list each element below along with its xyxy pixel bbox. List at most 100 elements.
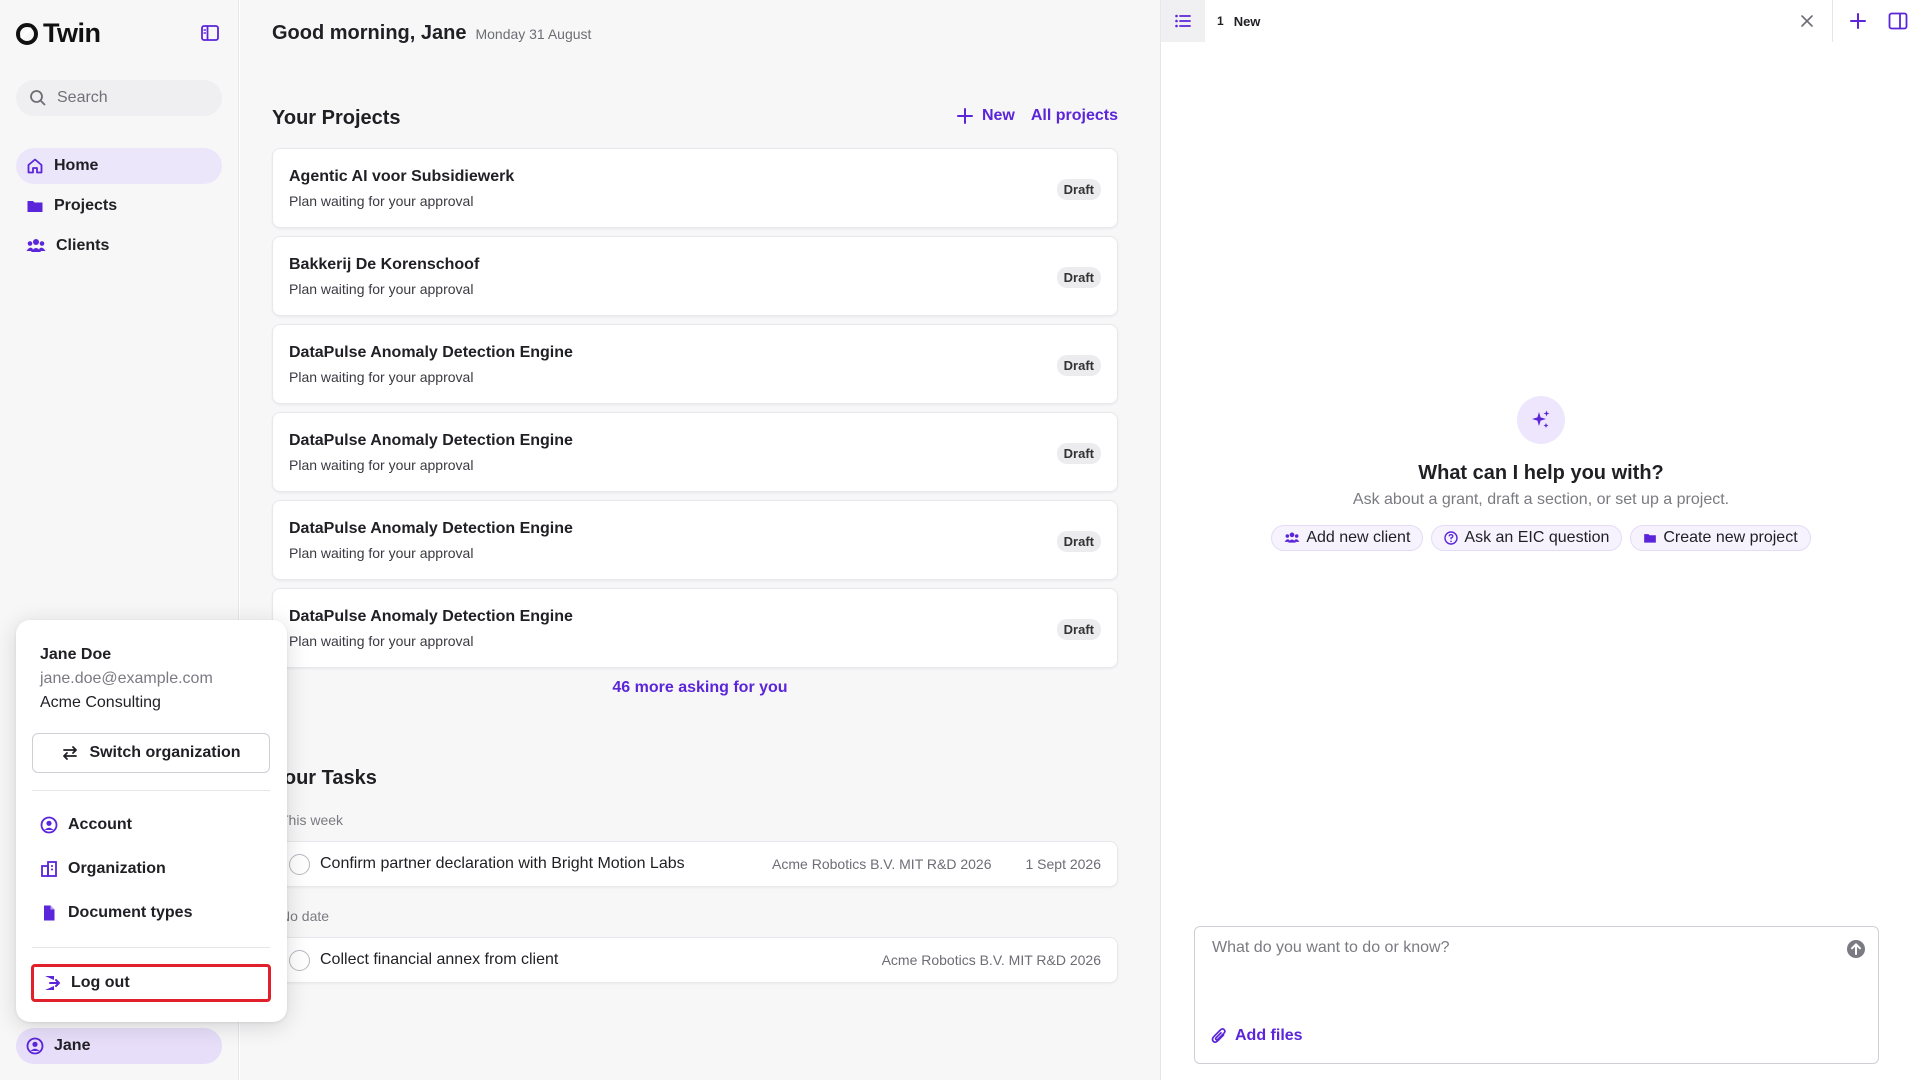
paperclip-icon <box>1211 1027 1227 1045</box>
account-name: Jane Doe <box>40 646 112 663</box>
project-card[interactable]: DataPulse Anomaly Detection Engine Plan … <box>272 324 1118 404</box>
new-tab-button[interactable] <box>1843 6 1873 36</box>
status-badge: Draft <box>1056 531 1101 552</box>
status-badge: Draft <box>1056 619 1101 640</box>
arrow-up-circle-icon <box>1846 939 1866 959</box>
chip-add-new-client[interactable]: Add new client <box>1271 525 1424 551</box>
collapse-sidebar-button[interactable] <box>200 23 220 43</box>
project-status-text: Plan waiting for your approval <box>289 193 474 209</box>
nav-item-home[interactable]: Home <box>16 148 222 184</box>
project-card[interactable]: DataPulse Anomaly Detection Engine Plan … <box>272 588 1118 668</box>
switch-organization-button[interactable]: Switch organization <box>32 733 270 773</box>
folder-icon <box>1643 531 1657 545</box>
menu-item-account[interactable]: Account <box>32 803 271 847</box>
chip-label: Ask an EIC question <box>1464 529 1610 546</box>
nav-item-clients[interactable]: Clients <box>16 228 222 264</box>
project-card[interactable]: DataPulse Anomaly Detection Engine Plan … <box>272 412 1118 492</box>
status-badge: Draft <box>1056 179 1101 200</box>
main-content: Good morning, Jane Monday 31 August Your… <box>240 0 1160 1080</box>
greeting-date: Monday 31 August <box>475 26 592 42</box>
task-checkbox[interactable] <box>289 950 310 971</box>
plus-icon <box>1849 12 1867 30</box>
project-status-text: Plan waiting for your approval <box>289 545 474 561</box>
conversation-list-button[interactable] <box>1161 0 1205 42</box>
chip-create-new-project[interactable]: Create new project <box>1630 525 1811 551</box>
close-tab-button[interactable] <box>1792 6 1822 36</box>
all-projects-link[interactable]: All projects <box>1031 107 1118 125</box>
divider <box>1832 0 1833 42</box>
project-card[interactable]: Bakkerij De Korenschoof Plan waiting for… <box>272 236 1118 316</box>
divider <box>32 790 270 791</box>
project-title: Bakkerij De Korenschoof <box>289 256 480 273</box>
menu-item-label: Document types <box>68 904 193 921</box>
send-button[interactable] <box>1846 939 1866 959</box>
chip-label: Add new client <box>1306 529 1411 546</box>
new-project-button[interactable]: New <box>956 107 1015 125</box>
plus-icon <box>956 107 974 125</box>
tab-bar: 1 New <box>1161 0 1920 42</box>
twin-logo-icon <box>15 22 39 46</box>
nav-label: Projects <box>54 197 118 214</box>
close-icon <box>1800 14 1814 28</box>
user-pill-label: Jane <box>54 1037 91 1054</box>
projects-actions: New All projects <box>956 107 1118 125</box>
main-nav: Home Projects Clients <box>16 148 222 268</box>
task-project: Acme Robotics B.V. MIT R&D 2026 <box>881 952 1101 968</box>
project-status-text: Plan waiting for your approval <box>289 457 474 473</box>
search-box[interactable]: Search <box>16 80 222 116</box>
log-out-button[interactable]: Log out <box>31 964 271 1002</box>
building-icon <box>40 860 58 878</box>
menu-item-label: Organization <box>68 860 166 877</box>
more-projects-link[interactable]: 46 more asking for you <box>612 679 787 697</box>
user-circle-icon <box>26 1037 44 1055</box>
add-files-button[interactable]: Add files <box>1211 1027 1303 1045</box>
swap-arrows-icon <box>61 745 79 761</box>
logout-icon <box>43 974 61 992</box>
account-menu: Jane Doe jane.doe@example.com Acme Consu… <box>16 620 287 1022</box>
new-project-label: New <box>981 107 1015 124</box>
tasks-section-title: Your Tasks <box>272 767 377 789</box>
project-title: Agentic AI voor Subsidiewerk <box>289 168 515 185</box>
project-card[interactable]: DataPulse Anomaly Detection Engine Plan … <box>272 500 1118 580</box>
user-circle-icon <box>40 816 58 834</box>
task-group-label: No date <box>280 908 330 924</box>
account-organization: Acme Consulting <box>40 694 161 711</box>
prompt-input[interactable] <box>1212 939 1832 957</box>
status-badge: Draft <box>1056 267 1101 288</box>
menu-item-organization[interactable]: Organization <box>32 847 271 891</box>
task-checkbox[interactable] <box>289 854 310 875</box>
log-out-label: Log out <box>71 974 130 991</box>
folder-icon <box>26 197 44 215</box>
panel-layout-icon <box>1888 12 1908 30</box>
menu-item-label: Account <box>68 816 132 833</box>
empty-state-subtitle: Ask about a grant, draft a section, or s… <box>1352 491 1730 508</box>
menu-item-document-types[interactable]: Document types <box>32 891 271 935</box>
tab-new[interactable]: 1 New <box>1217 14 1260 29</box>
project-title: DataPulse Anomaly Detection Engine <box>289 432 573 449</box>
task-row[interactable]: Confirm partner declaration with Bright … <box>272 841 1118 887</box>
project-list: Agentic AI voor Subsidiewerk Plan waitin… <box>272 148 1118 676</box>
sparkle-icon <box>1530 409 1552 431</box>
account-email: jane.doe@example.com <box>40 670 213 687</box>
app-logo[interactable]: Twin <box>15 18 101 49</box>
composer: Add files <box>1194 926 1879 1064</box>
task-row[interactable]: Collect financial annex from client Acme… <box>272 937 1118 983</box>
project-status-text: Plan waiting for your approval <box>289 633 474 649</box>
suggestion-chips: Add new client Ask an EIC question Creat… <box>1161 525 1920 551</box>
add-files-label: Add files <box>1235 1027 1303 1044</box>
tab-bar-actions <box>1792 0 1913 42</box>
status-badge: Draft <box>1056 443 1101 464</box>
project-status-text: Plan waiting for your approval <box>289 281 474 297</box>
toggle-panel-button[interactable] <box>1883 6 1913 36</box>
nav-item-projects[interactable]: Projects <box>16 188 222 224</box>
user-menu-button[interactable]: Jane <box>16 1028 222 1064</box>
empty-state: What can I help you with? Ask about a gr… <box>1161 396 1920 551</box>
task-text: Collect financial annex from client <box>320 951 559 968</box>
sparkle-badge <box>1517 396 1565 444</box>
task-text: Confirm partner declaration with Bright … <box>320 855 685 872</box>
divider <box>32 947 270 948</box>
search-placeholder: Search <box>57 89 108 106</box>
project-card[interactable]: Agentic AI voor Subsidiewerk Plan waitin… <box>272 148 1118 228</box>
chip-ask-eic-question[interactable]: Ask an EIC question <box>1431 525 1623 551</box>
greeting-title: Good morning, Jane <box>272 22 467 44</box>
